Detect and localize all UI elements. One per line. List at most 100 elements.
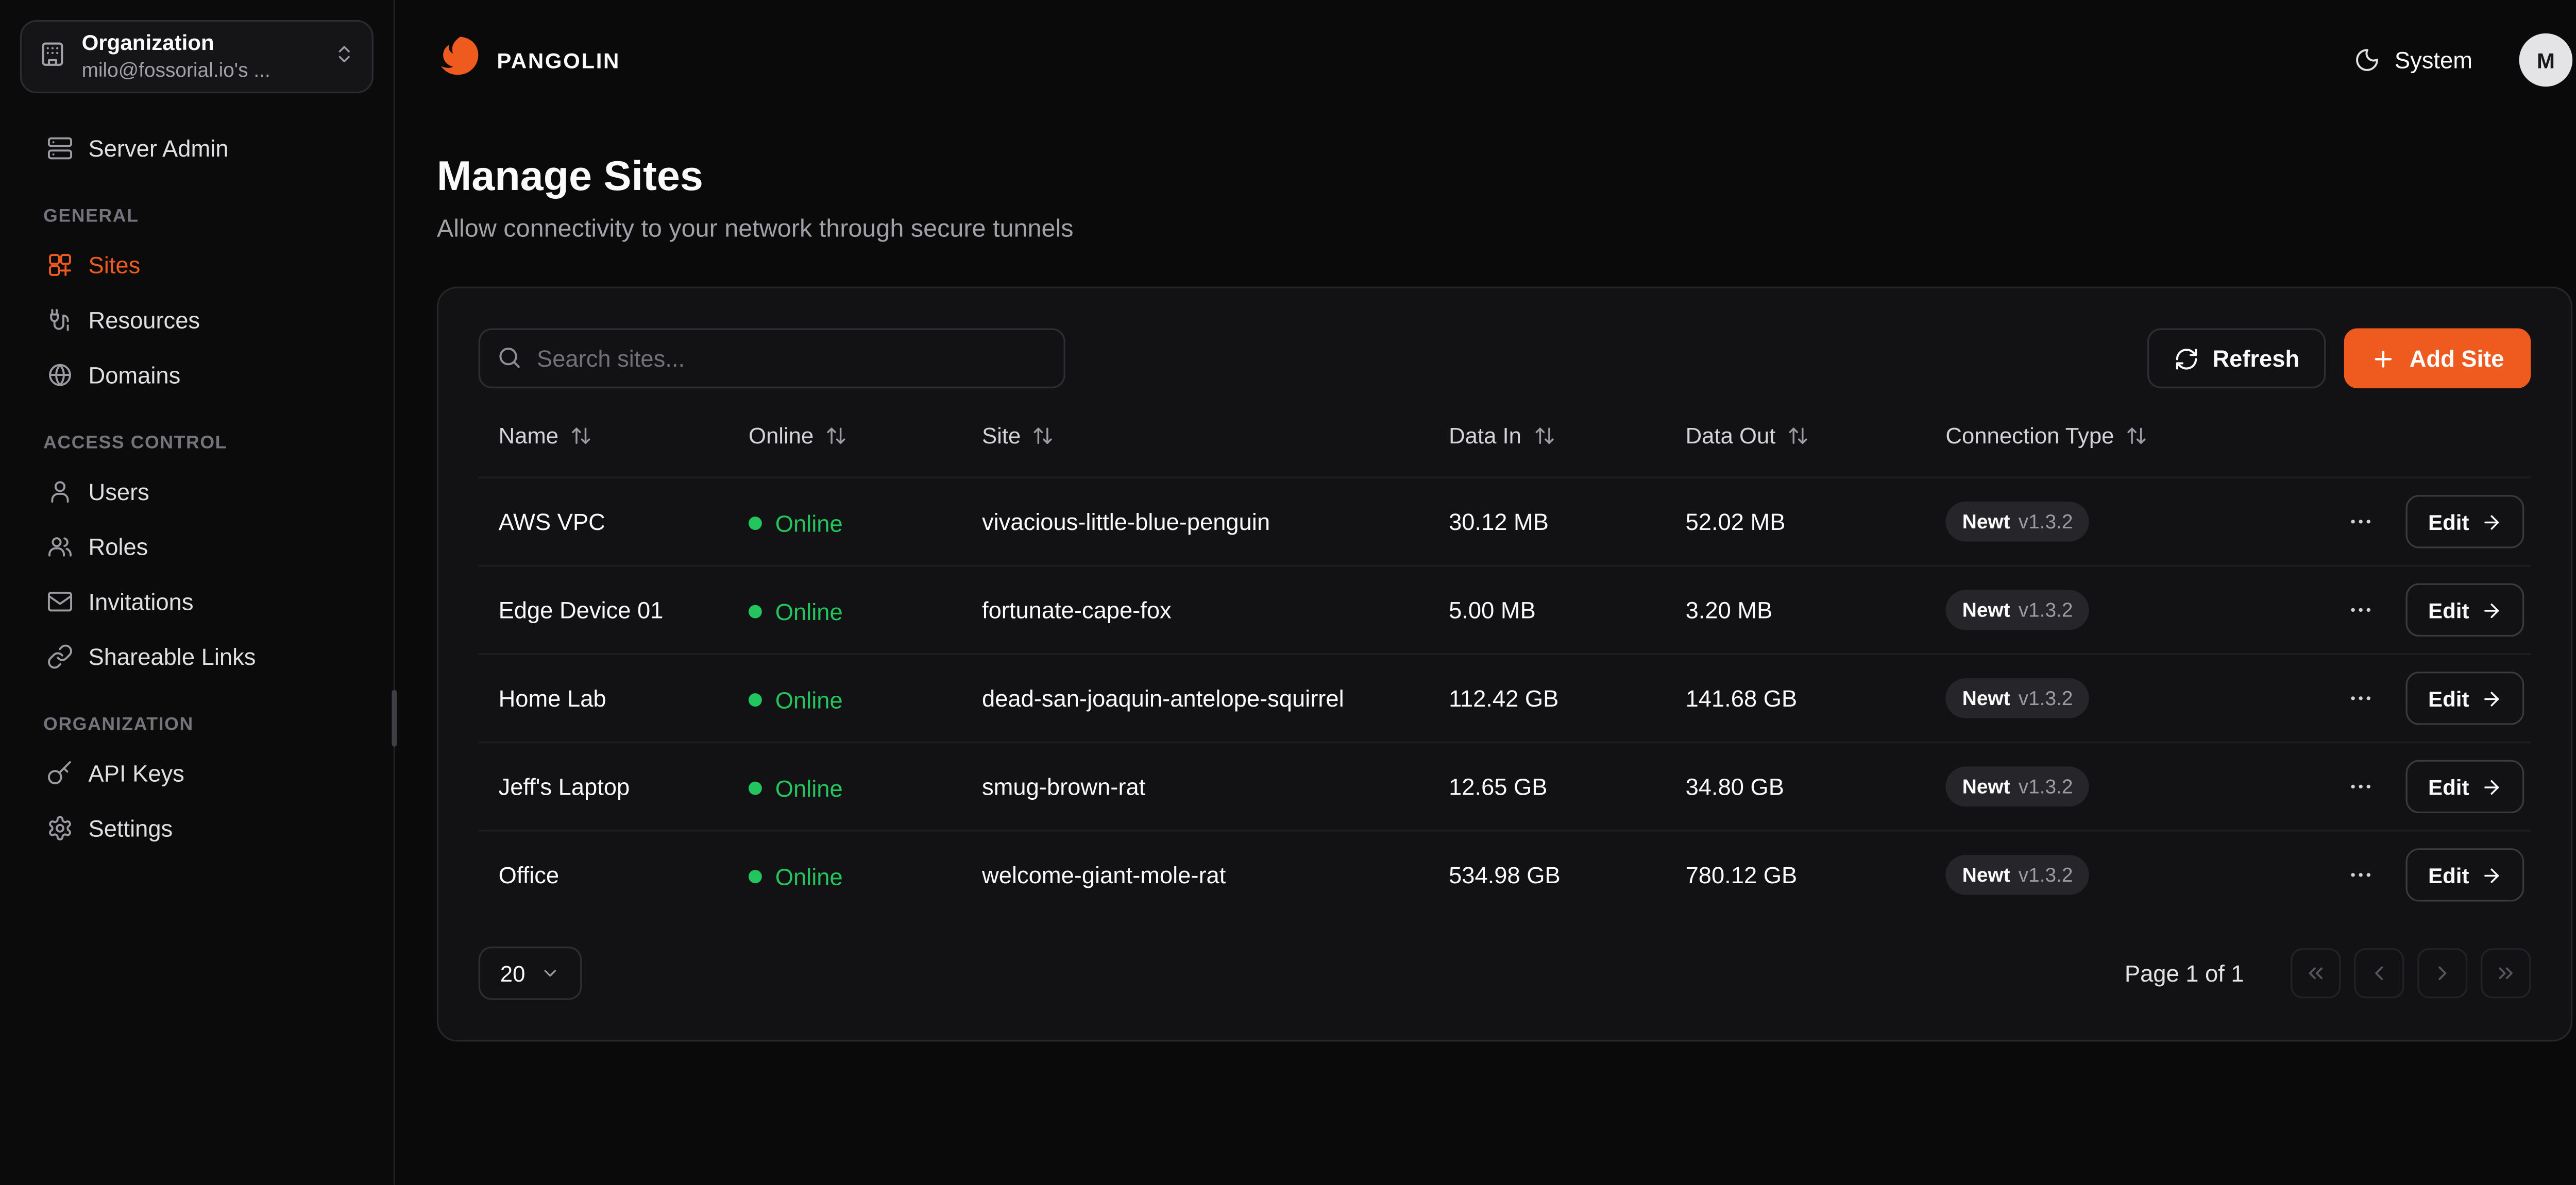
- server-icon: [47, 134, 74, 161]
- edit-button[interactable]: Edit: [2406, 760, 2524, 814]
- ellipsis-icon: [2348, 774, 2375, 800]
- column-header-name[interactable]: Name: [499, 423, 592, 449]
- sidebar-item-roles[interactable]: Roles: [20, 518, 374, 573]
- arrow-right-icon: [2481, 511, 2502, 533]
- data-out-value: 3.20 MB: [1666, 596, 1926, 623]
- edit-button[interactable]: Edit: [2406, 672, 2524, 725]
- first-page-button[interactable]: [2291, 948, 2341, 998]
- site-slug: vivacious-little-blue-penguin: [962, 508, 1429, 535]
- card-toolbar: Refresh Add Site: [479, 328, 2531, 388]
- user-icon: [47, 477, 74, 504]
- link-icon: [47, 642, 74, 669]
- sidebar-item-server-admin[interactable]: Server Admin: [20, 120, 374, 175]
- org-title: Organization: [82, 29, 319, 58]
- sidebar-scrollbar-thumb[interactable]: [392, 690, 397, 747]
- table-row: AWS VPC Online vivacious-little-blue-pen…: [479, 476, 2531, 565]
- sidebar-item-settings[interactable]: Settings: [20, 800, 374, 855]
- page-info: Page 1 of 1: [2125, 960, 2244, 987]
- avatar[interactable]: M: [2519, 33, 2573, 87]
- edit-button[interactable]: Edit: [2406, 848, 2524, 902]
- data-in-value: 5.00 MB: [1429, 596, 1666, 623]
- table-row: Jeff's Laptop Online smug-brown-rat 12.6…: [479, 742, 2531, 830]
- table-header: Name Online Site Data In Data Out Connec…: [479, 393, 2531, 477]
- key-icon: [47, 759, 74, 786]
- column-header-data-out[interactable]: Data Out: [1686, 423, 1809, 449]
- column-header-connection-type[interactable]: Connection Type: [1945, 423, 2147, 449]
- add-site-button[interactable]: Add Site: [2345, 328, 2531, 388]
- column-header-data-in[interactable]: Data In: [1449, 423, 1555, 449]
- moon-icon: [2354, 47, 2381, 74]
- sidebar-item-domains[interactable]: Domains: [20, 347, 374, 402]
- sidebar-item-label: Invitations: [89, 588, 194, 614]
- sidebar-item-sites[interactable]: Sites: [20, 237, 374, 292]
- online-dot-icon: [749, 693, 762, 706]
- theme-label: System: [2395, 47, 2472, 74]
- sidebar-item-resources[interactable]: Resources: [20, 291, 374, 347]
- sidebar-item-api-keys[interactable]: API Keys: [20, 745, 374, 800]
- status-badge: Online: [749, 863, 843, 889]
- search-input[interactable]: [479, 328, 1065, 388]
- sidebar-item-label: API Keys: [89, 759, 184, 786]
- prev-page-button[interactable]: [2354, 948, 2404, 998]
- sites-grid-icon: [47, 251, 74, 278]
- arrow-right-icon: [2481, 599, 2502, 621]
- sort-icon: [825, 425, 847, 446]
- avatar-initial: M: [2537, 47, 2555, 73]
- site-slug: fortunate-cape-fox: [962, 596, 1429, 623]
- next-page-button[interactable]: [2417, 948, 2467, 998]
- page-size-select[interactable]: 20: [479, 947, 582, 1000]
- ellipsis-icon: [2348, 508, 2375, 535]
- table-row: Edge Device 01 Online fortunate-cape-fox…: [479, 565, 2531, 654]
- sidebar-item-shareable-links[interactable]: Shareable Links: [20, 628, 374, 683]
- chevrons-left-icon: [2304, 961, 2327, 985]
- table-row: Office Online welcome-giant-mole-rat 534…: [479, 830, 2531, 919]
- sidebar-item-label: Domains: [89, 361, 181, 388]
- row-actions-button[interactable]: [2342, 767, 2382, 807]
- sort-icon: [570, 425, 592, 446]
- status-badge: Online: [749, 774, 843, 801]
- section-label-organization: ORGANIZATION: [20, 715, 374, 735]
- gear-icon: [47, 814, 74, 841]
- data-in-value: 112.42 GB: [1429, 685, 1666, 712]
- sort-icon: [2126, 425, 2147, 446]
- section-label-access-control: ACCESS CONTROL: [20, 433, 374, 453]
- status-badge: Online: [749, 686, 843, 713]
- column-header-online[interactable]: Online: [749, 423, 847, 449]
- row-actions-button[interactable]: [2342, 590, 2382, 630]
- online-dot-icon: [749, 869, 762, 883]
- screen: Organization milo@fossorial.io's ... Ser…: [0, 0, 2576, 1185]
- row-actions-button[interactable]: [2342, 855, 2382, 895]
- status-badge: Online: [749, 597, 843, 624]
- page-title: Manage Sites: [437, 153, 2572, 202]
- sidebar-item-users[interactable]: Users: [20, 463, 374, 519]
- row-actions-button[interactable]: [2342, 502, 2382, 542]
- arrow-right-icon: [2481, 864, 2502, 886]
- sidebar-item-label: Server Admin: [89, 134, 229, 161]
- theme-toggle-button[interactable]: System: [2345, 45, 2483, 75]
- sidebar-item-invitations[interactable]: Invitations: [20, 573, 374, 628]
- edit-button[interactable]: Edit: [2406, 583, 2524, 637]
- last-page-button[interactable]: [2481, 948, 2531, 998]
- org-subtitle: milo@fossorial.io's ...: [82, 58, 319, 83]
- connection-type-badge: Newtv1.3.2: [1945, 855, 2090, 895]
- sidebar: Organization milo@fossorial.io's ... Ser…: [0, 0, 395, 1185]
- page-content: Manage Sites Allow connectivity to your …: [395, 120, 2576, 1042]
- topbar: PANGOLIN System M: [395, 0, 2576, 120]
- search-box: [479, 328, 1065, 388]
- table-footer: 20 Page 1 of 1: [479, 947, 2531, 1000]
- edit-button[interactable]: Edit: [2406, 495, 2524, 548]
- data-out-value: 141.68 GB: [1666, 685, 1926, 712]
- refresh-button[interactable]: Refresh: [2147, 328, 2326, 388]
- data-in-value: 534.98 GB: [1429, 862, 1666, 888]
- refresh-icon: [2174, 346, 2199, 371]
- table-row: Home Lab Online dead-san-joaquin-antelop…: [479, 654, 2531, 742]
- chevrons-right-icon: [2494, 961, 2517, 985]
- sort-icon: [1032, 425, 1054, 446]
- site-name: Home Lab: [479, 685, 728, 712]
- sort-icon: [1787, 425, 1809, 446]
- org-selector[interactable]: Organization milo@fossorial.io's ...: [20, 20, 374, 93]
- page-subtitle: Allow connectivity to your network throu…: [437, 215, 2572, 243]
- column-header-site[interactable]: Site: [982, 423, 1054, 449]
- data-out-value: 52.02 MB: [1666, 508, 1926, 535]
- row-actions-button[interactable]: [2342, 678, 2382, 718]
